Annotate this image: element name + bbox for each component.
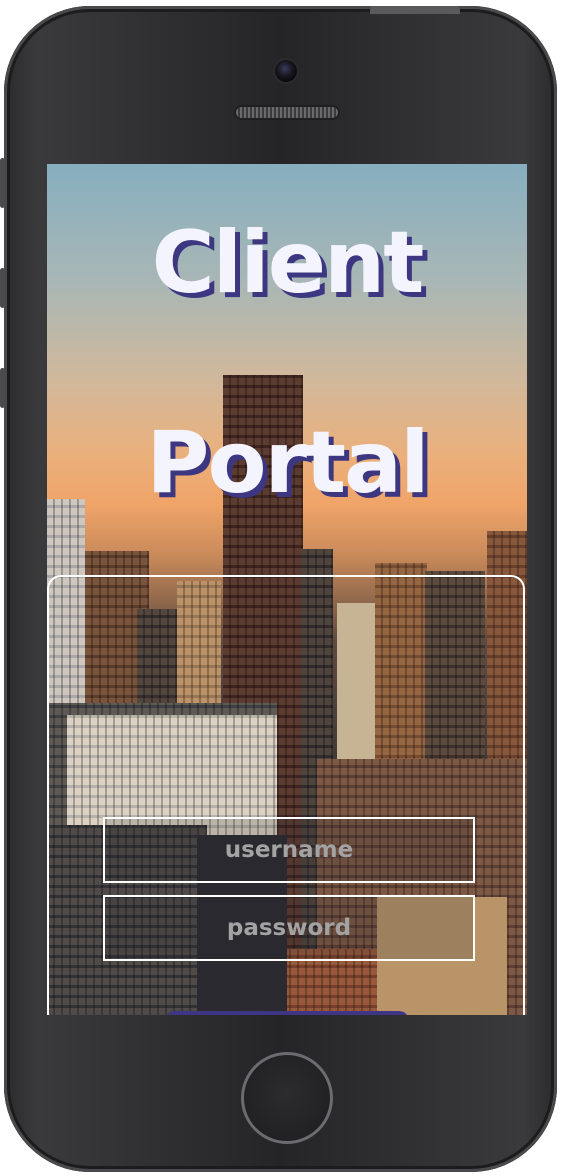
front-camera-icon <box>275 60 297 82</box>
app-screen: Client Portal <box>47 164 527 1015</box>
earpiece-speaker <box>236 107 338 118</box>
title-line-client: Client <box>151 213 425 313</box>
volume-down-button <box>0 368 5 408</box>
power-button <box>370 6 460 14</box>
username-input[interactable] <box>103 817 475 883</box>
title-line-portal: Portal <box>146 413 429 513</box>
login-form-panel <box>47 575 525 1015</box>
home-button-icon[interactable] <box>241 1052 333 1144</box>
volume-up-button <box>0 268 5 308</box>
password-input[interactable] <box>103 895 475 961</box>
login-button[interactable] <box>165 1011 409 1015</box>
mute-switch <box>0 158 5 208</box>
phone-frame: Client Portal <box>0 6 557 1172</box>
